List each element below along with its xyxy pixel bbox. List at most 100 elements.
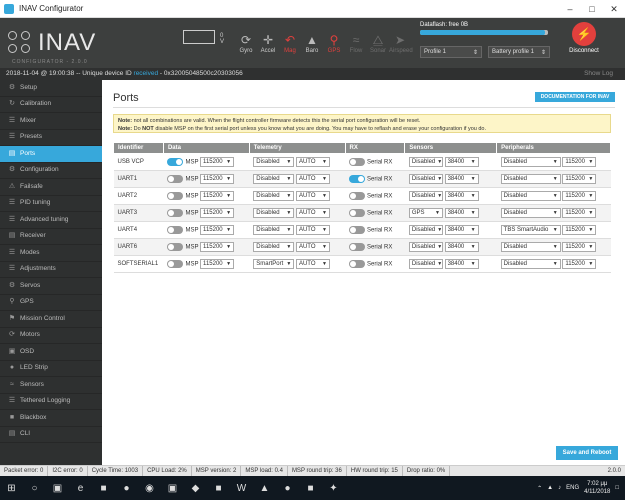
msp-toggle[interactable] [167, 260, 184, 268]
peripheral-select[interactable]: Disabled ▼ [500, 259, 561, 269]
sidebar-item-adjustments[interactable]: ☰ Adjustments [0, 262, 102, 278]
serial-rx-toggle[interactable] [349, 260, 366, 268]
peripheral-baud-select[interactable]: 115200 ▼ [562, 259, 597, 269]
sensor-select[interactable]: Disabled ▼ [408, 157, 443, 167]
network-icon[interactable]: ▲ [547, 485, 553, 491]
serial-rx-toggle[interactable] [349, 158, 366, 166]
sensor-baud-select[interactable]: 38400 ▼ [444, 191, 479, 201]
notifications-icon[interactable]: □ [615, 485, 619, 491]
msp-baud-select[interactable]: 115200 ▼ [200, 157, 235, 167]
telemetry-baud-select[interactable]: AUTO ▼ [295, 174, 330, 184]
telemetry-select[interactable]: Disabled ▼ [253, 191, 295, 201]
app-icon-4[interactable]: ▲ [253, 476, 276, 500]
battery-profile-select[interactable]: Battery profile 1 ⇕ [488, 46, 550, 58]
msp-baud-select[interactable]: 115200 ▼ [200, 208, 235, 218]
peripheral-baud-select[interactable]: 115200 ▼ [562, 208, 597, 218]
peripheral-baud-select[interactable]: 115200 ▼ [562, 225, 597, 235]
telemetry-select[interactable]: Disabled ▼ [253, 242, 295, 252]
msp-baud-select[interactable]: 115200 ▼ [200, 225, 235, 235]
word-icon[interactable]: W [230, 476, 253, 500]
telemetry-baud-select[interactable]: AUTO ▼ [295, 225, 330, 235]
app-icon-2[interactable]: ◆ [184, 476, 207, 500]
sidebar-item-osd[interactable]: ▣ OSD [0, 344, 102, 361]
peripheral-select[interactable]: TBS SmartAudio ▼ [500, 225, 561, 235]
sidebar-item-setup[interactable]: ⚙ Setup [0, 80, 102, 97]
sensor-baud-select[interactable]: 38400 ▼ [444, 208, 479, 218]
sensor-baud-select[interactable]: 38400 ▼ [444, 174, 479, 184]
msp-toggle[interactable] [167, 192, 184, 200]
sidebar-item-modes[interactable]: ☰ Modes [0, 245, 102, 262]
telemetry-baud-select[interactable]: AUTO ▼ [295, 242, 330, 252]
sidebar-item-blackbox[interactable]: ■ Blackbox [0, 410, 102, 427]
msp-toggle[interactable] [167, 158, 184, 166]
edge-icon[interactable]: e [69, 476, 92, 500]
app-icon-1[interactable]: ▣ [161, 476, 184, 500]
task-view-icon[interactable]: ▣ [46, 476, 69, 500]
serial-rx-toggle[interactable] [349, 226, 366, 234]
sidebar-item-gps[interactable]: ⚲ GPS [0, 295, 102, 311]
telemetry-baud-select[interactable]: AUTO ▼ [295, 259, 330, 269]
peripheral-select[interactable]: Disabled ▼ [500, 242, 561, 252]
language-indicator[interactable]: ENG [566, 485, 579, 491]
sidebar-item-sensors[interactable]: ≈ Sensors [0, 377, 102, 394]
telemetry-select[interactable]: Disabled ▼ [253, 225, 295, 235]
peripheral-baud-select[interactable]: 115200 ▼ [562, 242, 597, 252]
close-button[interactable]: ✕ [603, 0, 625, 18]
serial-rx-toggle[interactable] [349, 243, 366, 251]
search-icon[interactable]: ○ [23, 476, 46, 500]
msp-toggle[interactable] [167, 243, 184, 251]
profile-select[interactable]: Profile 1 ⇕ [420, 46, 482, 58]
sidebar-item-pid-tuning[interactable]: ☰ PID tuning [0, 196, 102, 212]
sensor-select[interactable]: Disabled ▼ [408, 242, 443, 252]
serial-rx-toggle[interactable] [349, 209, 366, 217]
telemetry-select[interactable]: Disabled ▼ [253, 174, 295, 184]
sensor-select[interactable]: GPS ▼ [408, 208, 443, 218]
app-icon-5[interactable]: ● [276, 476, 299, 500]
msp-toggle[interactable] [167, 209, 184, 217]
sidebar-item-advanced-tuning[interactable]: ☰ Advanced tuning [0, 212, 102, 229]
peripheral-select[interactable]: Disabled ▼ [500, 157, 561, 167]
sidebar-item-ports[interactable]: ▤ Ports [0, 146, 102, 163]
telemetry-select[interactable]: SmartPort ▼ [253, 259, 295, 269]
folder-icon[interactable]: ■ [92, 476, 115, 500]
sensor-baud-select[interactable]: 38400 ▼ [444, 157, 479, 167]
minimize-button[interactable]: – [559, 0, 581, 18]
peripheral-select[interactable]: Disabled ▼ [500, 174, 561, 184]
sensor-select[interactable]: Disabled ▼ [408, 259, 443, 269]
peripheral-baud-select[interactable]: 115200 ▼ [562, 157, 597, 167]
sidebar-item-tethered-logging[interactable]: ☰ Tethered Logging [0, 394, 102, 410]
sidebar-item-led-strip[interactable]: ● LED Strip [0, 361, 102, 377]
serial-rx-toggle[interactable] [349, 192, 366, 200]
peripheral-select[interactable]: Disabled ▼ [500, 208, 561, 218]
show-log-link[interactable]: Show Log [584, 68, 613, 80]
disconnect-button[interactable]: ⚡ Disconnect [562, 22, 606, 54]
telemetry-baud-select[interactable]: AUTO ▼ [295, 208, 330, 218]
app-icon-6[interactable]: ■ [299, 476, 322, 500]
sidebar-item-presets[interactable]: ☰ Presets [0, 130, 102, 146]
telemetry-select[interactable]: Disabled ▼ [253, 157, 295, 167]
documentation-button[interactable]: DOCUMENTATION FOR INAV [535, 92, 615, 102]
peripheral-baud-select[interactable]: 115200 ▼ [562, 191, 597, 201]
save-and-reboot-button[interactable]: Save and Reboot [556, 446, 618, 460]
sidebar-item-mixer[interactable]: ☰ Mixer [0, 113, 102, 130]
sidebar-item-servos[interactable]: ⚙ Servos [0, 278, 102, 295]
maximize-button[interactable]: □ [581, 0, 603, 18]
sidebar-item-receiver[interactable]: ▤ Receiver [0, 229, 102, 245]
peripheral-baud-select[interactable]: 115200 ▼ [562, 174, 597, 184]
peripheral-select[interactable]: Disabled ▼ [500, 191, 561, 201]
telemetry-baud-select[interactable]: AUTO ▼ [295, 191, 330, 201]
msp-baud-select[interactable]: 115200 ▼ [200, 242, 235, 252]
firefox-icon[interactable]: ● [115, 476, 138, 500]
sensor-select[interactable]: Disabled ▼ [408, 225, 443, 235]
sensor-select[interactable]: Disabled ▼ [408, 191, 443, 201]
msp-baud-select[interactable]: 115200 ▼ [200, 259, 235, 269]
sidebar-item-configuration[interactable]: ⚙ Configuration [0, 163, 102, 179]
start-icon[interactable]: ⊞ [0, 476, 23, 500]
app-icon-3[interactable]: ■ [207, 476, 230, 500]
tray-arrow-icon[interactable]: ⌃ [537, 485, 542, 492]
msp-toggle[interactable] [167, 175, 184, 183]
inav-taskbar-icon[interactable]: ✦ [322, 476, 345, 500]
chrome-icon[interactable]: ◉ [138, 476, 161, 500]
msp-baud-select[interactable]: 115200 ▼ [200, 191, 235, 201]
telemetry-baud-select[interactable]: AUTO ▼ [295, 157, 330, 167]
